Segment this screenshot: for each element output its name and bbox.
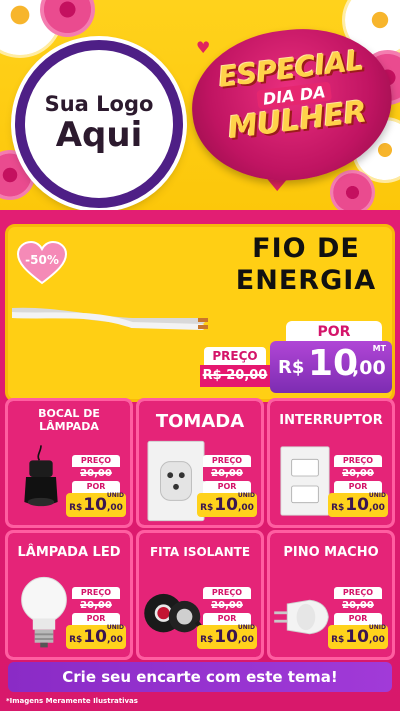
new-price: R$ 10 ,00 UNID	[66, 492, 126, 517]
product-name: BOCAL DE LÂMPADA	[38, 407, 100, 434]
old-price-value: 20,00	[211, 600, 243, 611]
new-price: R$ 10 ,00 UNID	[328, 624, 388, 649]
old-price: 20,00	[334, 599, 382, 613]
hero-offer-card[interactable]: -50% FIO DE ENERGIA POR PREÇO R$ 20,00 R…	[5, 224, 395, 402]
unit-label: UNID	[368, 492, 386, 499]
currency-symbol: R$	[331, 503, 345, 513]
price-integer: 10	[83, 627, 107, 647]
pink-flower-icon	[330, 170, 375, 212]
preco-label: PREÇO	[334, 587, 382, 599]
product-card-fita-isolante[interactable]: FITA ISOLANTE PREÇO 20,00 POR R$ 10 ,00 …	[136, 530, 264, 660]
old-price: 20,00	[203, 467, 251, 481]
por-label: POR	[286, 321, 382, 343]
preco-label: PREÇO	[204, 347, 266, 365]
unit-label: UNID	[237, 624, 255, 631]
old-price-value: 20,00	[80, 600, 112, 611]
offers-section: -50% FIO DE ENERGIA POR PREÇO R$ 20,00 R…	[0, 210, 400, 711]
price-integer: 10	[83, 495, 107, 515]
product-name: INTERRUPTOR	[279, 413, 383, 428]
product-name: PINO MACHO	[283, 545, 379, 560]
unit-label: UNID	[368, 624, 386, 631]
cta-banner-button[interactable]: Crie seu encarte com este tema!	[8, 662, 392, 692]
product-card-bocal[interactable]: BOCAL DE LÂMPADA PREÇO 20,00 POR R$ 10 ,…	[5, 398, 133, 528]
heart-icon: ♥	[196, 38, 211, 57]
header-banner: ♥ ♥ ♥ Sua Logo Aqui ESPECIAL DIA DA MULH…	[0, 0, 400, 212]
preco-label: PREÇO	[334, 455, 382, 467]
preco-label: PREÇO	[72, 455, 120, 467]
price-decimal: ,00	[237, 635, 254, 645]
old-price: 20,00	[203, 599, 251, 613]
price-decimal: ,00	[352, 357, 386, 379]
lamp-socket-image	[24, 445, 58, 507]
new-price: R$ 10 ,00 UNID	[66, 624, 126, 649]
old-price-value: 20,00	[342, 600, 374, 611]
product-name: LÂMPADA LED	[17, 545, 121, 560]
new-price: R$ 10 ,00 UNID	[197, 624, 257, 649]
price-decimal: ,00	[368, 503, 385, 513]
product-card-tomada[interactable]: TOMADA PREÇO 20,00 POR R$ 10 ,00 UNID	[136, 398, 264, 528]
product-card-pino-macho[interactable]: PINO MACHO PREÇO 20,00 POR R$ 10 ,00 UNI…	[267, 530, 395, 660]
old-price-value: 20,00	[80, 468, 112, 479]
old-price-value: R$ 20,00	[202, 368, 268, 383]
unit-label: MT	[372, 344, 386, 353]
new-price: R$ 10 ,00 UNID	[197, 492, 257, 517]
price-decimal: ,00	[368, 635, 385, 645]
product-name: FITA ISOLANTE	[149, 545, 251, 559]
logo-text-line1: Sua Logo	[44, 91, 154, 116]
price-integer: 10	[214, 495, 238, 515]
preco-label: PREÇO	[72, 587, 120, 599]
footnote: *Imagens Meramente Ilustrativas	[6, 697, 138, 705]
price-decimal: ,00	[106, 503, 123, 513]
discount-label: -50%	[25, 253, 59, 267]
preco-label: PREÇO	[203, 455, 251, 467]
price-decimal: ,00	[237, 503, 254, 513]
price-integer: 10	[214, 627, 238, 647]
currency-symbol: R$	[69, 635, 83, 645]
old-price-value: 20,00	[342, 468, 374, 479]
logo-text-line2: Aqui	[55, 115, 143, 155]
currency-symbol: R$	[69, 503, 83, 513]
price-integer: 10	[345, 495, 369, 515]
unit-label: UNID	[106, 624, 124, 631]
product-card-lampada-led[interactable]: LÂMPADA LED PREÇO 20,00 POR R$ 10 ,00 UN…	[5, 530, 133, 660]
old-price: 20,00	[334, 467, 382, 481]
old-price: 20,00	[72, 599, 120, 613]
old-price-value: 20,00	[211, 468, 243, 479]
unit-label: UNID	[106, 492, 124, 499]
switch-image	[280, 446, 330, 516]
currency-symbol: R$	[200, 635, 214, 645]
hero-product-name: FIO DE ENERGIA	[235, 233, 377, 297]
logo-placeholder: Sua Logo Aqui	[15, 40, 183, 208]
product-name: TOMADA	[155, 411, 245, 432]
unit-label: UNID	[237, 492, 255, 499]
cable-image	[12, 307, 208, 330]
new-price: R$ 10 ,00 UNID	[328, 492, 388, 517]
currency-symbol: R$	[331, 635, 345, 645]
currency-symbol: R$	[200, 503, 214, 513]
new-price-box: R$ 10 ,00 MT	[270, 341, 392, 393]
old-price: 20,00	[72, 467, 120, 481]
price-integer: 10	[308, 343, 359, 384]
product-card-interruptor[interactable]: INTERRUPTOR PREÇO 20,00 POR R$ 10 ,00 UN…	[267, 398, 395, 528]
led-bulb-image	[21, 576, 67, 648]
currency-symbol: R$	[278, 357, 305, 378]
old-price: R$ 20,00	[200, 365, 270, 387]
preco-label: PREÇO	[203, 587, 251, 599]
price-integer: 10	[345, 627, 369, 647]
price-decimal: ,00	[106, 635, 123, 645]
